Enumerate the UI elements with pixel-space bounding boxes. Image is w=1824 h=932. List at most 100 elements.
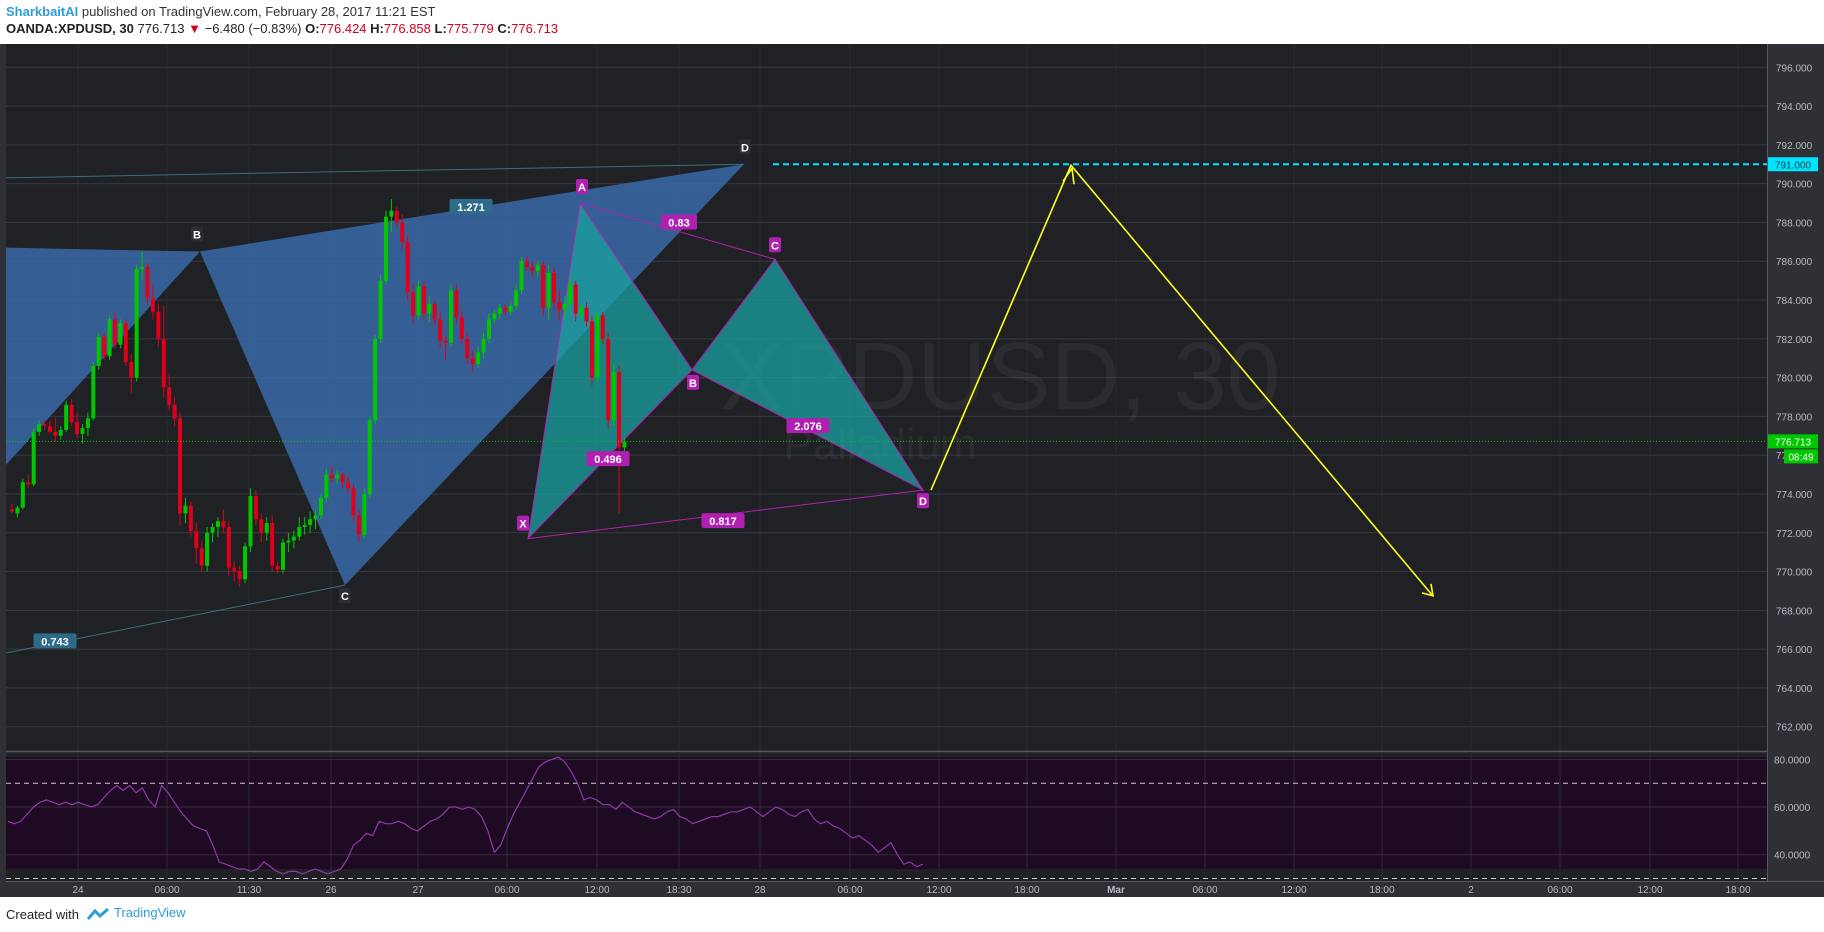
price-tick-label: 768.000 — [1776, 606, 1813, 617]
candle-body — [248, 495, 253, 547]
candle-body — [308, 519, 313, 526]
time-tick-label: 28 — [754, 885, 766, 896]
candle-body — [595, 315, 600, 378]
candle-body — [215, 521, 220, 527]
time-tick-label: 06:00 — [154, 885, 179, 896]
candle-body — [53, 431, 58, 436]
time-tick-label: 18:00 — [1369, 885, 1394, 896]
candle-body — [31, 431, 36, 485]
open-label: O: — [305, 21, 320, 36]
candle-body — [243, 546, 248, 580]
time-tick-label: 12:00 — [1637, 885, 1662, 896]
candle-body — [156, 311, 161, 339]
candle-body — [199, 548, 204, 566]
candle-body — [167, 387, 172, 405]
time-tick-label: 27 — [412, 885, 424, 896]
candle-body — [10, 509, 14, 512]
candle-body — [335, 474, 340, 479]
price-tick-label: 792.000 — [1776, 141, 1813, 152]
time-tick-label: 12:00 — [1281, 885, 1306, 896]
price-tick-label: 774.000 — [1776, 490, 1813, 501]
candle-body — [427, 303, 432, 314]
candle-body — [140, 267, 145, 269]
candle-body — [589, 321, 594, 378]
candle-body — [112, 319, 117, 345]
candle-body — [421, 286, 426, 314]
candle-body — [302, 525, 307, 527]
candle-body — [286, 540, 291, 543]
price-tick-label: 780.000 — [1776, 374, 1813, 385]
price-tick-label: 778.000 — [1776, 412, 1813, 423]
purple-ratio-xb-label: 0.496 — [594, 454, 622, 466]
price-tick-label: 770.000 — [1776, 568, 1813, 579]
candle-body — [178, 418, 183, 514]
purple-point-c-label: C — [771, 240, 779, 252]
blue-point-d-label: D — [741, 142, 749, 154]
candle-body — [394, 210, 399, 223]
time-tick-label: 12:00 — [584, 885, 609, 896]
chart-svg[interactable]: XPDUSD, 30 Palladium BCD1.2710.743XABCD0… — [0, 44, 1824, 897]
publish-line: SharkbaitAI published on TradingView.com… — [6, 4, 436, 19]
candle-body — [546, 272, 551, 308]
candle-body — [579, 307, 584, 314]
price-tick-label: 772.000 — [1776, 529, 1813, 540]
candle-body — [606, 338, 611, 421]
author-link[interactable]: SharkbaitAI — [6, 4, 78, 19]
candle-body — [432, 303, 437, 320]
time-tick-label: 26 — [325, 885, 337, 896]
open-value: 776.424 — [319, 21, 367, 36]
close-label: C: — [497, 21, 512, 36]
candle-body — [232, 567, 237, 572]
candle-body — [492, 313, 497, 320]
time-tick-label: 06:00 — [837, 885, 862, 896]
countdown-tag: 08:49 — [1788, 452, 1813, 463]
candle-body — [367, 420, 372, 494]
candle-body — [524, 261, 529, 268]
created-with-text: Created with — [6, 907, 79, 922]
time-tick-label: 06:00 — [1192, 885, 1217, 896]
candle-body — [454, 290, 459, 318]
candle-body — [134, 268, 139, 378]
candle-body — [557, 301, 562, 310]
price-tick-label: 790.000 — [1776, 180, 1813, 191]
candle-body — [42, 424, 47, 427]
candle-body — [107, 319, 112, 357]
candle-body — [188, 505, 193, 531]
candle-body — [194, 530, 199, 549]
candle-body — [362, 493, 367, 535]
candle-body — [508, 305, 513, 312]
time-tick-label: 24 — [72, 885, 84, 896]
down-arrow-icon: ▼ — [188, 21, 201, 36]
candle-body — [313, 515, 318, 520]
price-tick-label: 786.000 — [1776, 257, 1813, 268]
purple-ratio-bc-label: 2.076 — [794, 421, 822, 433]
candle-body — [389, 210, 394, 217]
candle-body — [573, 284, 578, 314]
chart-area[interactable]: XPDUSD, 30 Palladium BCD1.2710.743XABCD0… — [0, 44, 1824, 897]
candle-body — [519, 261, 524, 291]
candle-body — [183, 505, 188, 514]
candle-body — [476, 352, 481, 365]
candle-body — [102, 336, 107, 357]
blue-ratio-ac-label: 0.743 — [41, 636, 69, 648]
blue-point-c-label: C — [341, 591, 349, 603]
tradingview-link[interactable]: TradingView — [114, 905, 186, 920]
candle-body — [226, 526, 231, 568]
candle-body — [470, 358, 475, 365]
candle-body — [205, 532, 210, 566]
candle-body — [64, 404, 69, 430]
publish-header: SharkbaitAI published on TradingView.com… — [0, 0, 1824, 44]
candle-body — [449, 290, 454, 343]
candle-body — [497, 307, 502, 314]
candle-body — [58, 429, 63, 436]
candle-body — [270, 523, 275, 566]
candle-body — [438, 319, 443, 341]
candle-body — [378, 280, 383, 339]
candle-body — [459, 317, 464, 339]
candle-body — [373, 338, 378, 421]
candle-body — [20, 482, 25, 508]
rsi-tick-label: 40.0000 — [1774, 851, 1811, 862]
candle-body — [80, 428, 85, 434]
candle-body — [443, 340, 448, 343]
candle-body — [324, 474, 329, 498]
